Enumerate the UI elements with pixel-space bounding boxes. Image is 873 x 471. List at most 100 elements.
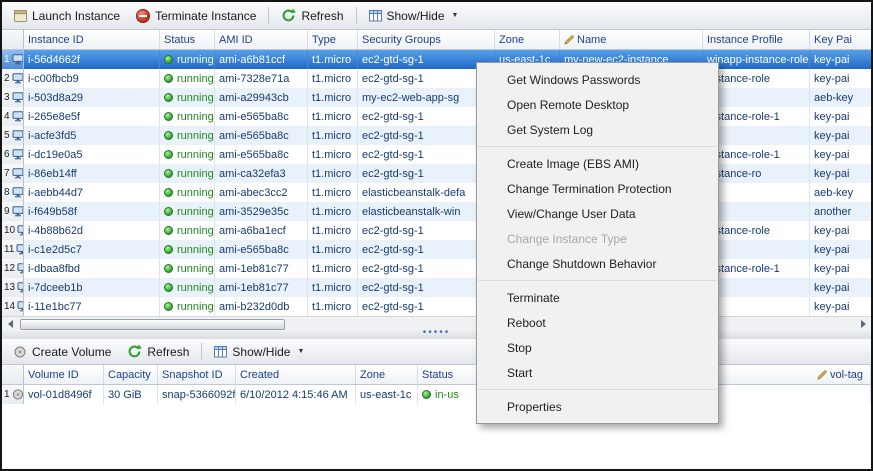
running-status-icon xyxy=(164,150,173,159)
context-menu-item-label: Stop xyxy=(507,341,532,355)
volumes-show-hide-button[interactable]: Show/Hide ▼ xyxy=(207,342,311,362)
instance-row[interactable]: 14 i-11e1bc77 running ami-b232d0db t1.mi… xyxy=(2,297,871,316)
column-header-name[interactable]: Name xyxy=(560,30,703,49)
instance-row[interactable]: 12 i-dbaa8fbd running ami-1eb81c77 t1.mi… xyxy=(2,259,871,278)
status-cell: running xyxy=(160,278,215,297)
panel-splitter[interactable]: ••••• xyxy=(2,331,871,339)
column-header-key-pair[interactable]: Key Pai xyxy=(810,30,871,49)
row-number: 11 xyxy=(4,244,14,255)
volumes-show-hide-label: Show/Hide xyxy=(232,345,290,359)
column-header-created[interactable]: Created xyxy=(236,365,356,384)
column-header-security-groups[interactable]: Security Groups xyxy=(358,30,495,49)
instance-row[interactable]: 1 i-56d4662f running ami-a6b81ccf t1.mic… xyxy=(2,50,871,69)
column-header-label: Key Pai xyxy=(814,34,852,46)
column-header-volume-id[interactable]: Volume ID xyxy=(24,365,104,384)
computer-icon xyxy=(12,168,24,179)
instance-row[interactable]: 4 i-265e8e5f running ami-e565ba8c t1.mic… xyxy=(2,107,871,126)
volumes-refresh-button[interactable]: Refresh xyxy=(120,341,196,362)
instance-row[interactable]: 10 i-4b88b62d running ami-a6ba1ecf t1.mi… xyxy=(2,221,871,240)
context-menu-item[interactable]: Start xyxy=(477,360,718,385)
security-groups-cell: ec2-gtd-sg-1 xyxy=(358,126,495,145)
context-menu-item[interactable]: Properties xyxy=(477,394,718,419)
context-menu-item[interactable]: Get Windows Passwords xyxy=(477,67,718,92)
context-menu-item[interactable]: Stop xyxy=(477,335,718,360)
status-label: running xyxy=(177,92,214,104)
context-menu-item[interactable]: Open Remote Desktop xyxy=(477,92,718,117)
column-header-status[interactable]: Status xyxy=(418,365,480,384)
scroll-right-button[interactable] xyxy=(855,317,871,331)
launch-instance-button[interactable]: Launch Instance xyxy=(7,6,127,26)
computer-icon xyxy=(12,92,24,103)
context-menu-item[interactable]: Create Image (EBS AMI) xyxy=(477,151,718,176)
column-header-zone[interactable]: Zone xyxy=(356,365,418,384)
scrollbar-thumb[interactable] xyxy=(20,319,285,330)
column-header-instance-id[interactable]: Instance ID xyxy=(24,30,160,49)
security-groups-cell: elasticbeanstalk-win xyxy=(358,202,495,221)
context-menu-item[interactable]: Terminate xyxy=(477,285,718,310)
instance-row[interactable]: 5 i-acfe3fd5 running ami-e565ba8c t1.mic… xyxy=(2,126,871,145)
column-header-label: AMI ID xyxy=(219,34,253,46)
type-cell: t1.micro xyxy=(308,259,358,278)
column-header-zone[interactable]: Zone xyxy=(495,30,560,49)
column-header-capacity[interactable]: Capacity xyxy=(104,365,158,384)
row-number-cell: 13 xyxy=(2,278,24,297)
context-menu-item[interactable]: Change Shutdown Behavior xyxy=(477,251,718,276)
instance-row[interactable]: 6 i-dc19e0a5 running ami-e565ba8c t1.mic… xyxy=(2,145,871,164)
status-cell: running xyxy=(160,183,215,202)
refresh-label: Refresh xyxy=(301,9,343,23)
instance-profile-cell xyxy=(703,278,810,297)
running-status-icon xyxy=(164,188,173,197)
context-menu-item-label: Change Shutdown Behavior xyxy=(507,257,656,271)
volume-row[interactable]: 1 vol-01d8496f 30 GiB snap-5366092f 6/10… xyxy=(2,385,871,404)
key-pair-cell: key-pai xyxy=(810,297,871,316)
key-pair-cell: key-pai xyxy=(810,69,871,88)
column-header-vol-tag[interactable]: vol-tag xyxy=(813,365,871,384)
instance-row[interactable]: 8 i-aebb44d7 running ami-abec3cc2 t1.mic… xyxy=(2,183,871,202)
type-cell: t1.micro xyxy=(308,183,358,202)
show-hide-button[interactable]: Show/Hide ▼ xyxy=(362,6,466,26)
instance-id-cell: i-11e1bc77 xyxy=(24,297,160,316)
instance-row[interactable]: 7 i-86eb14ff running ami-ca32efa3 t1.mic… xyxy=(2,164,871,183)
instance-profile-cell: instance-role-1 xyxy=(703,145,810,164)
refresh-button[interactable]: Refresh xyxy=(274,5,350,26)
instance-row[interactable]: 2 i-c00fbcb9 running ami-7328e71a t1.mic… xyxy=(2,69,871,88)
security-groups-cell: ec2-gtd-sg-1 xyxy=(358,259,495,278)
instances-header-row: Instance ID Status AMI ID Type Security … xyxy=(2,30,871,50)
corner-header-cell[interactable] xyxy=(2,365,24,384)
context-menu-item[interactable]: Change Termination Protection xyxy=(477,176,718,201)
scroll-left-button[interactable] xyxy=(2,317,18,331)
instance-row[interactable]: 11 i-c1e2d5c7 running ami-e565ba8c t1.mi… xyxy=(2,240,871,259)
security-groups-cell: ec2-gtd-sg-1 xyxy=(358,221,495,240)
running-status-icon xyxy=(164,283,173,292)
context-menu-item[interactable]: View/Change User Data xyxy=(477,201,718,226)
show-hide-label: Show/Hide xyxy=(387,9,445,23)
running-status-icon xyxy=(164,226,173,235)
column-header-type[interactable]: Type xyxy=(308,30,358,49)
instance-row[interactable]: 3 i-503d8a29 running ami-a29943cb t1.mic… xyxy=(2,88,871,107)
create-volume-button[interactable]: Create Volume xyxy=(7,342,118,362)
security-groups-cell: ec2-gtd-sg-1 xyxy=(358,164,495,183)
context-menu-item-label: Create Image (EBS AMI) xyxy=(507,157,639,171)
instance-profile-cell: instance-role-1 xyxy=(703,107,810,126)
instances-grid: Instance ID Status AMI ID Type Security … xyxy=(2,30,871,331)
launch-instance-label: Launch Instance xyxy=(32,9,120,23)
instance-id-cell: i-dbaa8fbd xyxy=(24,259,160,278)
column-header-instance-profile[interactable]: Instance Profile xyxy=(703,30,810,49)
column-header-status[interactable]: Status xyxy=(160,30,215,49)
instance-row[interactable]: 13 i-7dceeb1b running ami-1eb81c77 t1.mi… xyxy=(2,278,871,297)
instance-profile-cell xyxy=(703,88,810,107)
type-cell: t1.micro xyxy=(308,164,358,183)
show-hide-columns-icon xyxy=(369,10,382,22)
column-header-snapshot-id[interactable]: Snapshot ID xyxy=(158,365,236,384)
context-menu-item[interactable]: Get System Log xyxy=(477,117,718,142)
row-number: 1 xyxy=(4,54,10,65)
column-header-ami-id[interactable]: AMI ID xyxy=(215,30,308,49)
context-menu-item-label: Reboot xyxy=(507,316,546,330)
in-use-status-icon xyxy=(422,390,431,399)
corner-header-cell[interactable] xyxy=(2,30,24,49)
ami-id-cell: ami-b232d0db xyxy=(215,297,308,316)
context-menu-item[interactable]: Reboot xyxy=(477,310,718,335)
terminate-instance-button[interactable]: Terminate Instance xyxy=(129,6,263,26)
instance-id-cell: i-f649b58f xyxy=(24,202,160,221)
instance-row[interactable]: 9 i-f649b58f running ami-3529e35c t1.mic… xyxy=(2,202,871,221)
